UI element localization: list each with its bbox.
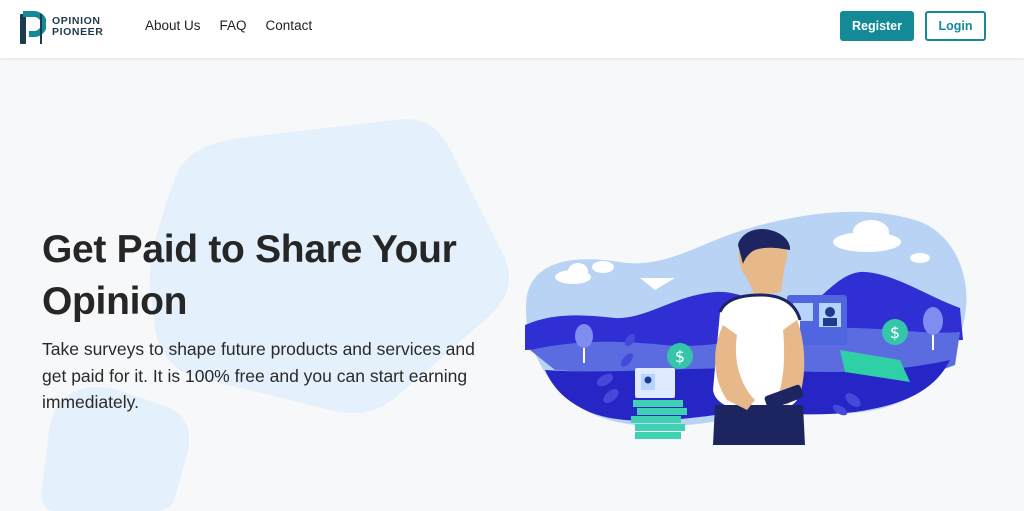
hero-subtitle: Take surveys to shape future products an… bbox=[42, 339, 475, 412]
login-button[interactable]: Login bbox=[925, 11, 986, 41]
main-nav: About Us FAQ Contact bbox=[145, 0, 331, 50]
svg-text:$: $ bbox=[890, 323, 900, 342]
brand-name-line2: PIONEER bbox=[52, 26, 104, 38]
hero-title: Get Paid to Share Your Opinion bbox=[42, 228, 457, 323]
nav-link-faq[interactable]: FAQ bbox=[220, 18, 247, 33]
register-button[interactable]: Register bbox=[840, 11, 914, 41]
hero-illustration: $ $ bbox=[525, 211, 967, 445]
cash-stack-icon bbox=[631, 400, 687, 439]
nav-link-contact[interactable]: Contact bbox=[266, 18, 313, 33]
nav-link-about-us[interactable]: About Us bbox=[145, 18, 201, 33]
site-header: OPINION PIONEER About Us FAQ Contact Reg… bbox=[0, 0, 1024, 58]
brand-name: OPINION PIONEER bbox=[52, 16, 103, 38]
logo-mark-icon bbox=[20, 11, 46, 44]
brand-logo[interactable]: OPINION PIONEER bbox=[20, 10, 103, 44]
svg-text:$: $ bbox=[675, 347, 685, 366]
